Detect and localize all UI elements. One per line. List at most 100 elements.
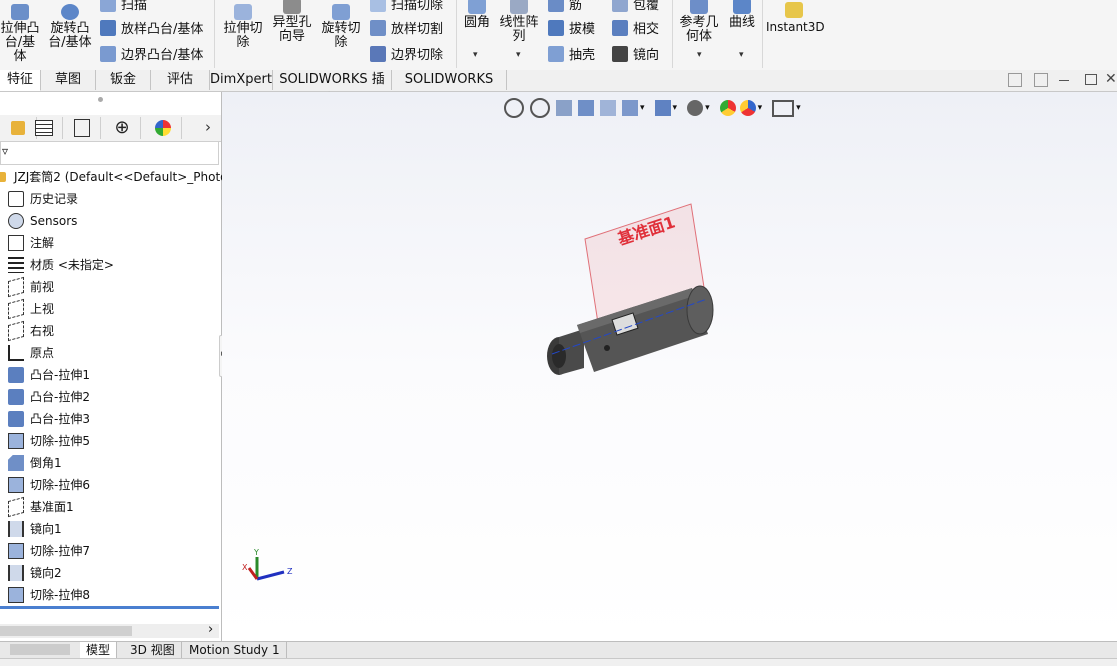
tab-dimxpert[interactable]: DimXpert <box>210 70 273 90</box>
rollback-bar[interactable] <box>0 606 219 609</box>
intersect-label: 相交 <box>633 22 660 37</box>
crosshair-icon: ⊕ <box>114 117 130 138</box>
linear-pattern-dropdown-icon[interactable]: ▾ <box>516 50 521 60</box>
hole-wizard-button[interactable]: 异型孔向导 <box>270 0 314 44</box>
shell-icon <box>548 45 564 62</box>
command-manager-tabs: 特征 草图 钣金 评估 DimXpert SOLIDWORKS 插件 SOLID… <box>0 70 1117 107</box>
ribbon-separator <box>456 0 457 68</box>
tab-solidworks-addins[interactable]: SOLIDWORKS 插件 <box>273 70 392 107</box>
linear-pattern-icon <box>510 0 528 14</box>
tree-item[interactable]: 镜向1 <box>8 518 62 540</box>
sensors-icon <box>8 213 24 229</box>
tab-evaluate[interactable]: 评估 <box>151 70 210 90</box>
loft-cut-button[interactable]: 放样切割 <box>370 18 443 37</box>
tree-item[interactable]: 材质 <未指定> <box>8 254 114 276</box>
tab-model[interactable]: 模型 <box>80 642 118 658</box>
tab-motion-study-1[interactable]: Motion Study 1 <box>183 642 287 658</box>
tree-item[interactable]: 切除-拉伸5 <box>8 430 90 452</box>
wrap-icon <box>612 0 628 12</box>
tree-item[interactable]: 切除-拉伸7 <box>8 540 90 562</box>
tree-item[interactable]: 倒角1 <box>8 452 62 474</box>
restore-icon[interactable] <box>1085 74 1097 85</box>
tree-item[interactable]: 基准面1 <box>8 496 74 518</box>
cut-extrude-button[interactable]: 拉伸切除 <box>220 4 266 50</box>
mirror-button[interactable]: 镜向 <box>612 44 659 63</box>
window-tile-left-icon[interactable] <box>1008 73 1022 87</box>
feature-manager-icon <box>11 121 25 135</box>
revolve-boss-button[interactable]: 旋转凸台/基体 <box>46 4 94 50</box>
axis-z-label: Z <box>287 567 293 576</box>
linear-pattern-button[interactable]: 线性阵列 <box>498 0 540 44</box>
tree-item[interactable]: 凸台-拉伸2 <box>8 386 90 408</box>
boundary-boss-button[interactable]: 边界凸台/基体 <box>100 44 203 63</box>
bottom-tabs: 模型 3D 视图 Motion Study 1 <box>0 641 1117 658</box>
sweep-cut-label: 扫描切除 <box>391 0 444 13</box>
cut-extrude-icon <box>234 4 252 20</box>
filter-bar[interactable]: ▿ <box>0 141 219 165</box>
tree-item[interactable]: 前视 <box>8 276 54 298</box>
tree-item[interactable]: Sensors <box>8 210 77 232</box>
revolve-cut-button[interactable]: 旋转切除 <box>318 4 364 50</box>
tree-item[interactable]: 右视 <box>8 320 54 342</box>
scrollbar-thumb[interactable] <box>0 626 132 636</box>
instant3d-button[interactable]: Instant3D <box>766 2 825 35</box>
tree-item[interactable]: 注解 <box>8 232 54 254</box>
tree-item[interactable]: 凸台-拉伸3 <box>8 408 90 430</box>
tree-root[interactable]: JZJ套筒2 (Default<<Default>_Photo <box>0 166 228 188</box>
sweep-cut-button[interactable]: 扫描切除 <box>370 0 443 13</box>
configuration-manager-tab[interactable] <box>64 117 101 139</box>
reference-geometry-button[interactable]: 参考几何体 <box>677 0 721 44</box>
draft-button[interactable]: 拔模 <box>548 18 595 37</box>
scroll-right-icon[interactable]: › <box>208 622 213 637</box>
instant3d-icon <box>785 2 803 18</box>
window-tile-right-icon[interactable] <box>1034 73 1048 87</box>
triad-axes: Y Z X <box>242 548 293 581</box>
boss-extrude-button[interactable]: 拉伸凸台/基体 <box>0 4 40 64</box>
tree-item-label: 上视 <box>30 302 55 316</box>
boundary-cut-button[interactable]: 边界切除 <box>370 44 443 63</box>
wrap-label: 包覆 <box>633 0 660 13</box>
tree-item[interactable]: 原点 <box>8 342 54 364</box>
graphics-area[interactable]: ▾ ▾ ▾ ▾ ▾ 基准面1 Y Z X <box>222 92 1117 642</box>
reference-geometry-dropdown-icon[interactable]: ▾ <box>697 50 702 60</box>
tree-item[interactable]: 镜向2 <box>8 562 62 584</box>
close-icon[interactable]: ✕ <box>1105 71 1117 87</box>
horizontal-scrollbar[interactable]: › <box>0 622 219 638</box>
tree-item[interactable]: 切除-拉伸6 <box>8 474 90 496</box>
property-manager-tab[interactable] <box>26 117 63 139</box>
panel-grip-icon[interactable] <box>98 97 103 102</box>
shell-button[interactable]: 抽壳 <box>548 44 595 63</box>
display-manager-tab[interactable] <box>145 117 182 139</box>
fillet-button[interactable]: 圆角 <box>460 0 494 30</box>
loft-boss-button[interactable]: 放样凸台/基体 <box>100 18 203 37</box>
tab-sheet-metal[interactable]: 钣金 <box>96 70 151 90</box>
wrap-button[interactable]: 包覆 <box>612 0 659 13</box>
minimize-icon[interactable] <box>1059 80 1069 81</box>
tree-item[interactable]: 切除-拉伸8 <box>8 584 90 606</box>
rib-button[interactable]: 筋 <box>548 0 582 13</box>
property-manager-icon <box>35 120 53 136</box>
part-icon <box>0 172 6 182</box>
tab-features[interactable]: 特征 <box>0 70 41 91</box>
dimxpert-manager-tab[interactable]: ⊕ <box>104 117 141 139</box>
tree-item[interactable]: 上视 <box>8 298 54 320</box>
cut-extrude-icon <box>8 587 24 603</box>
tab-scroll-arrows-icon[interactable] <box>10 644 70 655</box>
tree-item[interactable]: 历史记录 <box>8 188 78 210</box>
tab-sketch[interactable]: 草图 <box>41 70 96 90</box>
curves-dropdown-icon[interactable]: ▾ <box>739 50 744 60</box>
curves-button[interactable]: 曲线 <box>726 0 758 30</box>
cut-extrude-icon <box>8 543 24 559</box>
sweep-button[interactable]: 扫描 <box>100 0 147 13</box>
tab-solidworks-mbd[interactable]: SOLIDWORKS MBD <box>392 70 507 107</box>
mirror-icon <box>8 521 24 537</box>
chevron-right-icon[interactable]: › <box>205 118 211 136</box>
filter-icon[interactable]: ▿ <box>2 144 8 158</box>
model-view[interactable]: 基准面1 Y Z X <box>222 92 1117 642</box>
tab-3d-view[interactable]: 3D 视图 <box>124 642 182 658</box>
tree-item[interactable]: 凸台-拉伸1 <box>8 364 90 386</box>
plane-icon <box>8 276 24 298</box>
fillet-dropdown-icon[interactable]: ▾ <box>473 50 478 60</box>
tree-item-label: 基准面1 <box>30 500 74 514</box>
intersect-button[interactable]: 相交 <box>612 18 659 37</box>
